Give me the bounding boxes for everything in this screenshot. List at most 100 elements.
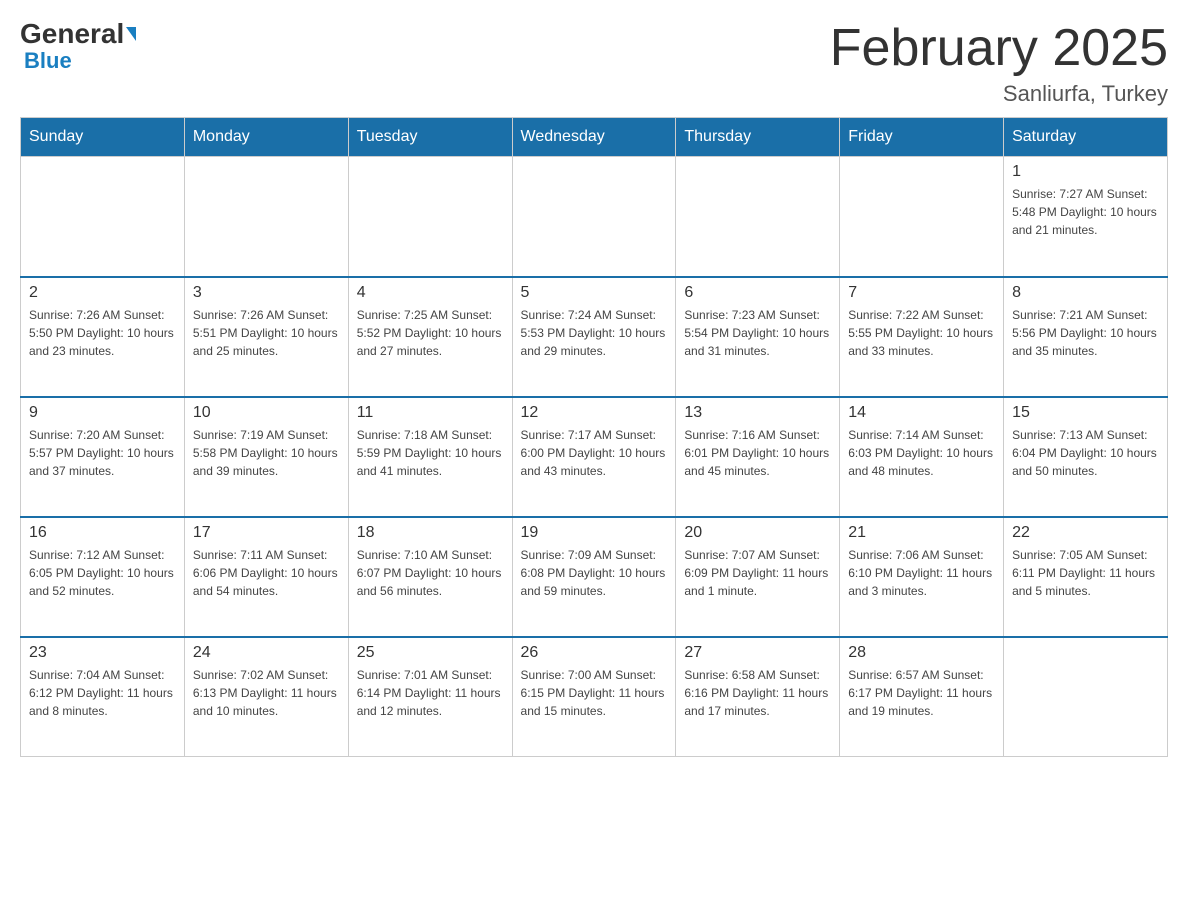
day-number: 15 — [1012, 404, 1159, 422]
col-wednesday: Wednesday — [512, 118, 676, 157]
day-info: Sunrise: 7:13 AM Sunset: 6:04 PM Dayligh… — [1012, 426, 1159, 480]
day-info: Sunrise: 7:25 AM Sunset: 5:52 PM Dayligh… — [357, 306, 504, 360]
table-row: 21 Sunrise: 7:06 AM Sunset: 6:10 PM Dayli… — [840, 517, 1004, 637]
day-number: 5 — [521, 284, 668, 302]
table-row: 10 Sunrise: 7:19 AM Sunset: 5:58 PM Dayli… — [184, 397, 348, 517]
col-monday: Monday — [184, 118, 348, 157]
table-row — [21, 157, 185, 277]
table-row — [184, 157, 348, 277]
day-number: 24 — [193, 644, 340, 662]
day-info: Sunrise: 7:14 AM Sunset: 6:03 PM Dayligh… — [848, 426, 995, 480]
col-friday: Friday — [840, 118, 1004, 157]
table-row: 17 Sunrise: 7:11 AM Sunset: 6:06 PM Dayli… — [184, 517, 348, 637]
day-info: Sunrise: 7:06 AM Sunset: 6:10 PM Dayligh… — [848, 546, 995, 600]
table-row: 2Sunrise: 7:26 AM Sunset: 5:50 PM Daylig… — [21, 277, 185, 397]
day-number: 9 — [29, 404, 176, 422]
day-info: Sunrise: 7:20 AM Sunset: 5:57 PM Dayligh… — [29, 426, 176, 480]
table-row: 20Sunrise: 7:07 AM Sunset: 6:09 PM Dayli… — [676, 517, 840, 637]
day-info: Sunrise: 7:26 AM Sunset: 5:51 PM Dayligh… — [193, 306, 340, 360]
table-row — [840, 157, 1004, 277]
calendar-header-row: Sunday Monday Tuesday Wednesday Thursday… — [21, 118, 1168, 157]
table-row: 8 Sunrise: 7:21 AM Sunset: 5:56 PM Daylig… — [1004, 277, 1168, 397]
table-row: 12 Sunrise: 7:17 AM Sunset: 6:00 PM Dayli… — [512, 397, 676, 517]
table-row: 26Sunrise: 7:00 AM Sunset: 6:15 PM Dayli… — [512, 637, 676, 757]
day-info: Sunrise: 7:19 AM Sunset: 5:58 PM Dayligh… — [193, 426, 340, 480]
table-row: 4 Sunrise: 7:25 AM Sunset: 5:52 PM Daylig… — [348, 277, 512, 397]
table-row — [1004, 637, 1168, 757]
day-info: Sunrise: 7:10 AM Sunset: 6:07 PM Dayligh… — [357, 546, 504, 600]
day-info: Sunrise: 7:05 AM Sunset: 6:11 PM Dayligh… — [1012, 546, 1159, 600]
table-row: 27 Sunrise: 6:58 AM Sunset: 6:16 PM Dayli… — [676, 637, 840, 757]
day-number: 27 — [684, 644, 831, 662]
col-tuesday: Tuesday — [348, 118, 512, 157]
day-number: 13 — [684, 404, 831, 422]
col-thursday: Thursday — [676, 118, 840, 157]
day-number: 1 — [1012, 163, 1159, 181]
day-number: 25 — [357, 644, 504, 662]
day-info: Sunrise: 6:58 AM Sunset: 6:16 PM Dayligh… — [684, 666, 831, 720]
day-info: Sunrise: 6:57 AM Sunset: 6:17 PM Dayligh… — [848, 666, 995, 720]
day-info: Sunrise: 7:04 AM Sunset: 6:12 PM Dayligh… — [29, 666, 176, 720]
calendar-week-row: 23 Sunrise: 7:04 AM Sunset: 6:12 PM Dayli… — [21, 637, 1168, 757]
calendar-week-row: 16 Sunrise: 7:12 AM Sunset: 6:05 PM Dayli… — [21, 517, 1168, 637]
day-number: 22 — [1012, 524, 1159, 542]
day-info: Sunrise: 7:17 AM Sunset: 6:00 PM Dayligh… — [521, 426, 668, 480]
table-row — [348, 157, 512, 277]
day-number: 10 — [193, 404, 340, 422]
table-row: 9 Sunrise: 7:20 AM Sunset: 5:57 PM Daylig… — [21, 397, 185, 517]
day-number: 17 — [193, 524, 340, 542]
logo-general-text: General — [20, 20, 124, 48]
day-info: Sunrise: 7:18 AM Sunset: 5:59 PM Dayligh… — [357, 426, 504, 480]
day-info: Sunrise: 7:09 AM Sunset: 6:08 PM Dayligh… — [521, 546, 668, 600]
day-number: 11 — [357, 404, 504, 422]
calendar-table: Sunday Monday Tuesday Wednesday Thursday… — [20, 117, 1168, 757]
day-info: Sunrise: 7:21 AM Sunset: 5:56 PM Dayligh… — [1012, 306, 1159, 360]
col-saturday: Saturday — [1004, 118, 1168, 157]
day-number: 2 — [29, 284, 176, 302]
table-row: 14 Sunrise: 7:14 AM Sunset: 6:03 PM Dayli… — [840, 397, 1004, 517]
day-number: 23 — [29, 644, 176, 662]
day-info: Sunrise: 7:22 AM Sunset: 5:55 PM Dayligh… — [848, 306, 995, 360]
table-row: 19 Sunrise: 7:09 AM Sunset: 6:08 PM Dayli… — [512, 517, 676, 637]
day-number: 16 — [29, 524, 176, 542]
table-row — [512, 157, 676, 277]
day-info: Sunrise: 7:27 AM Sunset: 5:48 PM Dayligh… — [1012, 185, 1159, 239]
table-row — [676, 157, 840, 277]
day-info: Sunrise: 7:12 AM Sunset: 6:05 PM Dayligh… — [29, 546, 176, 600]
day-info: Sunrise: 7:16 AM Sunset: 6:01 PM Dayligh… — [684, 426, 831, 480]
day-number: 19 — [521, 524, 668, 542]
table-row: 5 Sunrise: 7:24 AM Sunset: 5:53 PM Daylig… — [512, 277, 676, 397]
table-row: 13 Sunrise: 7:16 AM Sunset: 6:01 PM Dayli… — [676, 397, 840, 517]
day-info: Sunrise: 7:01 AM Sunset: 6:14 PM Dayligh… — [357, 666, 504, 720]
table-row: 23 Sunrise: 7:04 AM Sunset: 6:12 PM Dayli… — [21, 637, 185, 757]
day-number: 21 — [848, 524, 995, 542]
day-number: 4 — [357, 284, 504, 302]
day-info: Sunrise: 7:00 AM Sunset: 6:15 PM Dayligh… — [521, 666, 668, 720]
table-row: 25 Sunrise: 7:01 AM Sunset: 6:14 PM Dayli… — [348, 637, 512, 757]
day-number: 6 — [684, 284, 831, 302]
day-number: 20 — [684, 524, 831, 542]
location: Sanliurfa, Turkey — [830, 81, 1168, 107]
calendar-week-row: 2Sunrise: 7:26 AM Sunset: 5:50 PM Daylig… — [21, 277, 1168, 397]
table-row: 24 Sunrise: 7:02 AM Sunset: 6:13 PM Dayli… — [184, 637, 348, 757]
table-row: 16 Sunrise: 7:12 AM Sunset: 6:05 PM Dayli… — [21, 517, 185, 637]
day-number: 14 — [848, 404, 995, 422]
day-number: 7 — [848, 284, 995, 302]
day-info: Sunrise: 7:11 AM Sunset: 6:06 PM Dayligh… — [193, 546, 340, 600]
calendar-week-row: 1 Sunrise: 7:27 AM Sunset: 5:48 PM Daylig… — [21, 157, 1168, 277]
logo-triangle-icon — [126, 27, 136, 41]
table-row: 6Sunrise: 7:23 AM Sunset: 5:54 PM Daylig… — [676, 277, 840, 397]
table-row: 15 Sunrise: 7:13 AM Sunset: 6:04 PM Dayli… — [1004, 397, 1168, 517]
day-number: 3 — [193, 284, 340, 302]
table-row: 3 Sunrise: 7:26 AM Sunset: 5:51 PM Daylig… — [184, 277, 348, 397]
table-row: 18 Sunrise: 7:10 AM Sunset: 6:07 PM Dayli… — [348, 517, 512, 637]
table-row: 1 Sunrise: 7:27 AM Sunset: 5:48 PM Daylig… — [1004, 157, 1168, 277]
table-row: 22 Sunrise: 7:05 AM Sunset: 6:11 PM Dayli… — [1004, 517, 1168, 637]
title-block: February 2025 Sanliurfa, Turkey — [830, 20, 1168, 107]
day-number: 18 — [357, 524, 504, 542]
day-number: 12 — [521, 404, 668, 422]
day-info: Sunrise: 7:02 AM Sunset: 6:13 PM Dayligh… — [193, 666, 340, 720]
day-number: 8 — [1012, 284, 1159, 302]
day-info: Sunrise: 7:24 AM Sunset: 5:53 PM Dayligh… — [521, 306, 668, 360]
table-row: 7 Sunrise: 7:22 AM Sunset: 5:55 PM Daylig… — [840, 277, 1004, 397]
